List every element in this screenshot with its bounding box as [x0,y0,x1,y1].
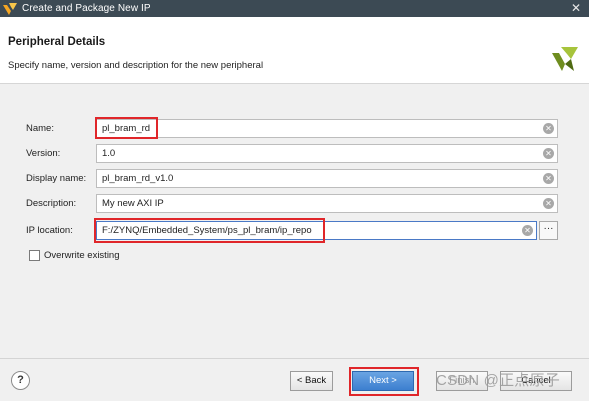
clear-icon[interactable]: ✕ [543,173,554,184]
wizard-footer: ? < Back Next > Finish Cancel CSDN @正点原子 [0,358,589,401]
wizard-header: Peripheral Details Specify name, version… [0,17,589,84]
vivado-logo-icon [552,47,578,74]
close-icon[interactable]: ✕ [571,1,581,15]
display-name-label: Display name: [26,173,87,184]
description-field[interactable]: My new AXI IP ✕ [96,194,558,213]
overwrite-row[interactable]: Overwrite existing [29,250,120,261]
name-value: pl_bram_rd [102,123,151,134]
page-title: Peripheral Details [8,36,106,48]
clear-icon[interactable]: ✕ [543,123,554,134]
ip-location-label: IP location: [26,225,73,236]
name-field[interactable]: pl_bram_rd ✕ [96,119,558,138]
clear-icon[interactable]: ✕ [522,225,533,236]
vivado-app-icon [3,2,17,16]
ip-location-field[interactable]: F:/ZYNQ/Embedded_System/ps_pl_bram/ip_re… [96,221,537,240]
version-field[interactable]: 1.0 ✕ [96,144,558,163]
description-label: Description: [26,198,77,209]
back-button[interactable]: < Back [290,371,333,391]
clear-icon[interactable]: ✕ [543,148,554,159]
version-label: Version: [26,148,61,159]
display-name-field[interactable]: pl_bram_rd_v1.0 ✕ [96,169,558,188]
window-titlebar: Create and Package New IP ✕ [0,0,589,17]
next-button[interactable]: Next > [352,371,414,391]
form-area: Name: pl_bram_rd ✕ Version: 1.0 ✕ Displa… [0,85,589,365]
page-subtitle: Specify name, version and description fo… [8,60,264,71]
csdn-watermark: CSDN @正点原子 [436,372,560,389]
version-value: 1.0 [102,148,116,159]
overwrite-checkbox[interactable] [29,250,40,261]
browse-button[interactable]: ··· [539,221,558,240]
clear-icon[interactable]: ✕ [543,198,554,209]
description-value: My new AXI IP [102,198,164,209]
window-title: Create and Package New IP [22,3,151,14]
overwrite-label: Overwrite existing [44,250,120,261]
ip-location-value: F:/ZYNQ/Embedded_System/ps_pl_bram/ip_re… [102,225,312,236]
help-button[interactable]: ? [11,371,30,390]
name-label: Name: [26,123,54,134]
display-name-value: pl_bram_rd_v1.0 [102,173,174,184]
